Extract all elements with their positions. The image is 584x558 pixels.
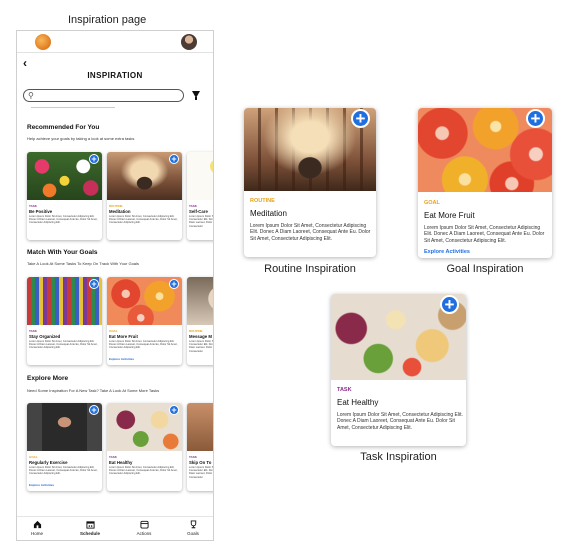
card-tag: ROUTINE — [189, 329, 203, 333]
card-description: Lorem Ipsum Dolor Sit Amet, Consectetur … — [250, 223, 371, 242]
card-tag: GOAL — [29, 455, 38, 459]
card-description: Lorem Ipsum Dolor Sit Amet, Consectetur … — [424, 225, 545, 244]
card-description: Lorem Ipsum Dolor Sit Amet, Consectetur … — [109, 340, 178, 350]
card-title: Eat Healthy — [337, 398, 379, 407]
routine-inspiration-label: Routine Inspiration — [264, 263, 356, 275]
add-button[interactable]: + — [89, 279, 99, 289]
section-subtitle-match: Take A Look At Some Tasks To Keep On Tra… — [27, 261, 139, 266]
divider — [31, 107, 115, 108]
card-meditation[interactable]: + ROUTINE Meditation Lorem Ipsum Dolor S… — [107, 152, 182, 240]
add-button[interactable]: + — [351, 109, 370, 128]
page-title: INSPIRATION — [87, 71, 143, 80]
top-bar — [17, 31, 213, 53]
trophy-icon — [190, 520, 196, 529]
section-title-match: Match With Your Goals — [27, 249, 98, 256]
card-description: Lorem Ipsum Dolor Sit Amet, Consectetur … — [29, 340, 98, 350]
card-description: Lorem Ipsum Dolor Sit Amet, Consectetur … — [109, 466, 178, 476]
add-button[interactable]: + — [440, 295, 459, 314]
phone-screen: ‹ INSPIRATION ⚲ Recommended For You Help… — [16, 30, 214, 541]
task-card[interactable]: + TASK Eat Healthy Lorem Ipsum Dolor Sit… — [331, 294, 466, 446]
card-title: Message M — [189, 334, 212, 339]
filter-icon-stem — [195, 97, 197, 100]
add-button[interactable]: + — [89, 405, 99, 415]
card-title: Be Positive — [29, 209, 53, 214]
card-tag: TASK — [189, 204, 197, 208]
card-tag: TASK — [109, 455, 117, 459]
card-eat-healthy[interactable]: + TASK Eat Healthy Lorem Ipsum Dolor Sit… — [107, 403, 182, 491]
card-title: Meditation — [250, 209, 287, 218]
goal-card[interactable]: + GOAL Eat More Fruit Lorem Ipsum Dolor … — [418, 108, 552, 258]
card-description: Lorem Ipsum Dolor Sit Amet, Consectetur … — [29, 215, 98, 225]
nav-label: Actions — [136, 531, 152, 536]
section-title-recommended: Recommended For You — [27, 124, 100, 131]
section-subtitle-explore: Need Some Inspiration For A New Task? Ta… — [27, 388, 160, 393]
nav-label: Schedule — [79, 531, 100, 536]
card-description: Lorem Ipsum Dolor Sit Amet, Consectetur … — [109, 215, 178, 225]
card-title: Stay Organized — [29, 334, 61, 339]
card-title: Meditation — [109, 209, 131, 214]
card-title: Eat More Fruit — [109, 334, 138, 339]
card-description: Lorem Ipsum Dolor Sit Amet, Consectetur … — [189, 340, 214, 353]
card-tag: TASK — [337, 387, 352, 393]
card-self-care[interactable]: TASK Self-Care Lorem Ipsum Dolor Sit Ame… — [187, 152, 214, 240]
card-description: Lorem Ipsum Dolor Sit Amet, Consectetur … — [189, 466, 214, 479]
back-button[interactable]: ‹ — [23, 57, 27, 69]
card-title: Eat More Fruit — [424, 211, 475, 220]
card-tag: TASK — [189, 455, 197, 459]
skip-image — [187, 403, 213, 451]
nav-label: Goals — [187, 531, 199, 536]
card-message[interactable]: ROUTINE Message M Lorem Ipsum Dolor Sit … — [187, 277, 214, 365]
avatar[interactable] — [181, 34, 197, 50]
card-title: Self-Care — [189, 209, 208, 214]
add-button[interactable]: + — [169, 405, 179, 415]
logo-icon[interactable] — [35, 34, 51, 50]
nav-label: Home — [30, 531, 43, 536]
card-regularly-exercise[interactable]: + GOAL Regularly Exercise Lorem Ipsum Do… — [27, 403, 102, 491]
section-subtitle-recommended: Help achieve your goals by taking a look… — [27, 136, 135, 141]
card-tag: GOAL — [109, 329, 118, 333]
card-description: Lorem Ipsum Dolor Sit Amet, Consectetur … — [189, 215, 214, 228]
nav-home[interactable]: Home — [17, 520, 57, 536]
card-eat-more-fruit[interactable]: + GOAL Eat More Fruit Lorem Ipsum Dolor … — [107, 277, 182, 365]
message-image — [187, 277, 213, 325]
search-icon: ⚲ — [28, 91, 34, 100]
task-inspiration-label: Task Inspiration — [360, 451, 437, 463]
add-button[interactable]: + — [169, 154, 179, 164]
card-be-positive[interactable]: + TASK Be Positive Lorem Ipsum Dolor Sit… — [27, 152, 102, 240]
card-stay-organized[interactable]: + TASK Stay Organized Lorem Ipsum Dolor … — [27, 277, 102, 365]
card-title: Regularly Exercise — [29, 460, 68, 465]
explore-activities-link[interactable]: Explore Activities — [109, 357, 134, 361]
card-tag: ROUTINE — [109, 204, 123, 208]
search-input[interactable]: ⚲ — [23, 89, 184, 102]
card-description: Lorem Ipsum Dolor Sit Amet, Consectetur … — [337, 412, 463, 431]
actions-icon — [139, 520, 149, 529]
card-title: Skip On To — [189, 460, 212, 465]
calendar-icon — [85, 521, 95, 529]
inspiration-page-label: Inspiration page — [68, 14, 147, 26]
self-care-image — [187, 152, 213, 200]
section-title-explore: Explore More — [27, 375, 69, 382]
card-tag: ROUTINE — [250, 198, 275, 204]
add-button[interactable]: + — [89, 154, 99, 164]
card-tag: GOAL — [424, 200, 440, 206]
bottom-nav: Home Schedule Actions Goals — [17, 516, 213, 540]
card-tag: TASK — [29, 204, 37, 208]
add-button[interactable]: + — [169, 279, 179, 289]
goal-inspiration-label: Goal Inspiration — [446, 263, 524, 275]
card-tag: TASK — [29, 329, 37, 333]
routine-card[interactable]: + ROUTINE Meditation Lorem Ipsum Dolor S… — [244, 108, 376, 257]
card-title: Eat Healthy — [109, 460, 133, 465]
card-description: Lorem Ipsum Dolor Sit Amet, Consectetur … — [29, 466, 98, 476]
add-button[interactable]: + — [526, 109, 545, 128]
nav-actions[interactable]: Actions — [124, 520, 164, 536]
card-skip-on[interactable]: TASK Skip On To Lorem Ipsum Dolor Sit Am… — [187, 403, 214, 491]
explore-activities-link[interactable]: Explore Activities — [29, 483, 54, 487]
explore-activities-link[interactable]: Explore Activities — [424, 249, 470, 255]
nav-schedule[interactable]: Schedule — [70, 520, 110, 536]
nav-goals[interactable]: Goals — [173, 520, 213, 536]
home-icon — [33, 520, 41, 529]
